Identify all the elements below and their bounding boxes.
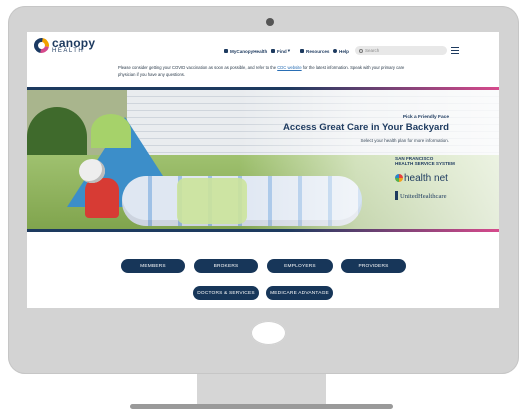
providers-button[interactable]: PROVIDERS [341,259,406,273]
doctors-services-button[interactable]: DOCTORS & SERVICES [193,286,259,300]
medicare-advantage-button[interactable]: MEDICARE ADVANTAGE [266,286,333,300]
monitor-stand [197,374,326,404]
website-screen: canopy HEALTH MyCanopyHealth Find ▾ Reso… [27,32,499,308]
brokers-button[interactable]: BROKERS [194,259,258,273]
employers-button[interactable]: EMPLOYERS [267,259,333,273]
members-button[interactable]: MEMBERS [121,259,185,273]
camera-icon [266,18,274,26]
monitor-stand-base [130,404,393,409]
monitor-home-button [251,321,286,345]
audience-buttons: MEMBERS BROKERS EMPLOYERS PROVIDERS DOCT… [27,32,499,308]
